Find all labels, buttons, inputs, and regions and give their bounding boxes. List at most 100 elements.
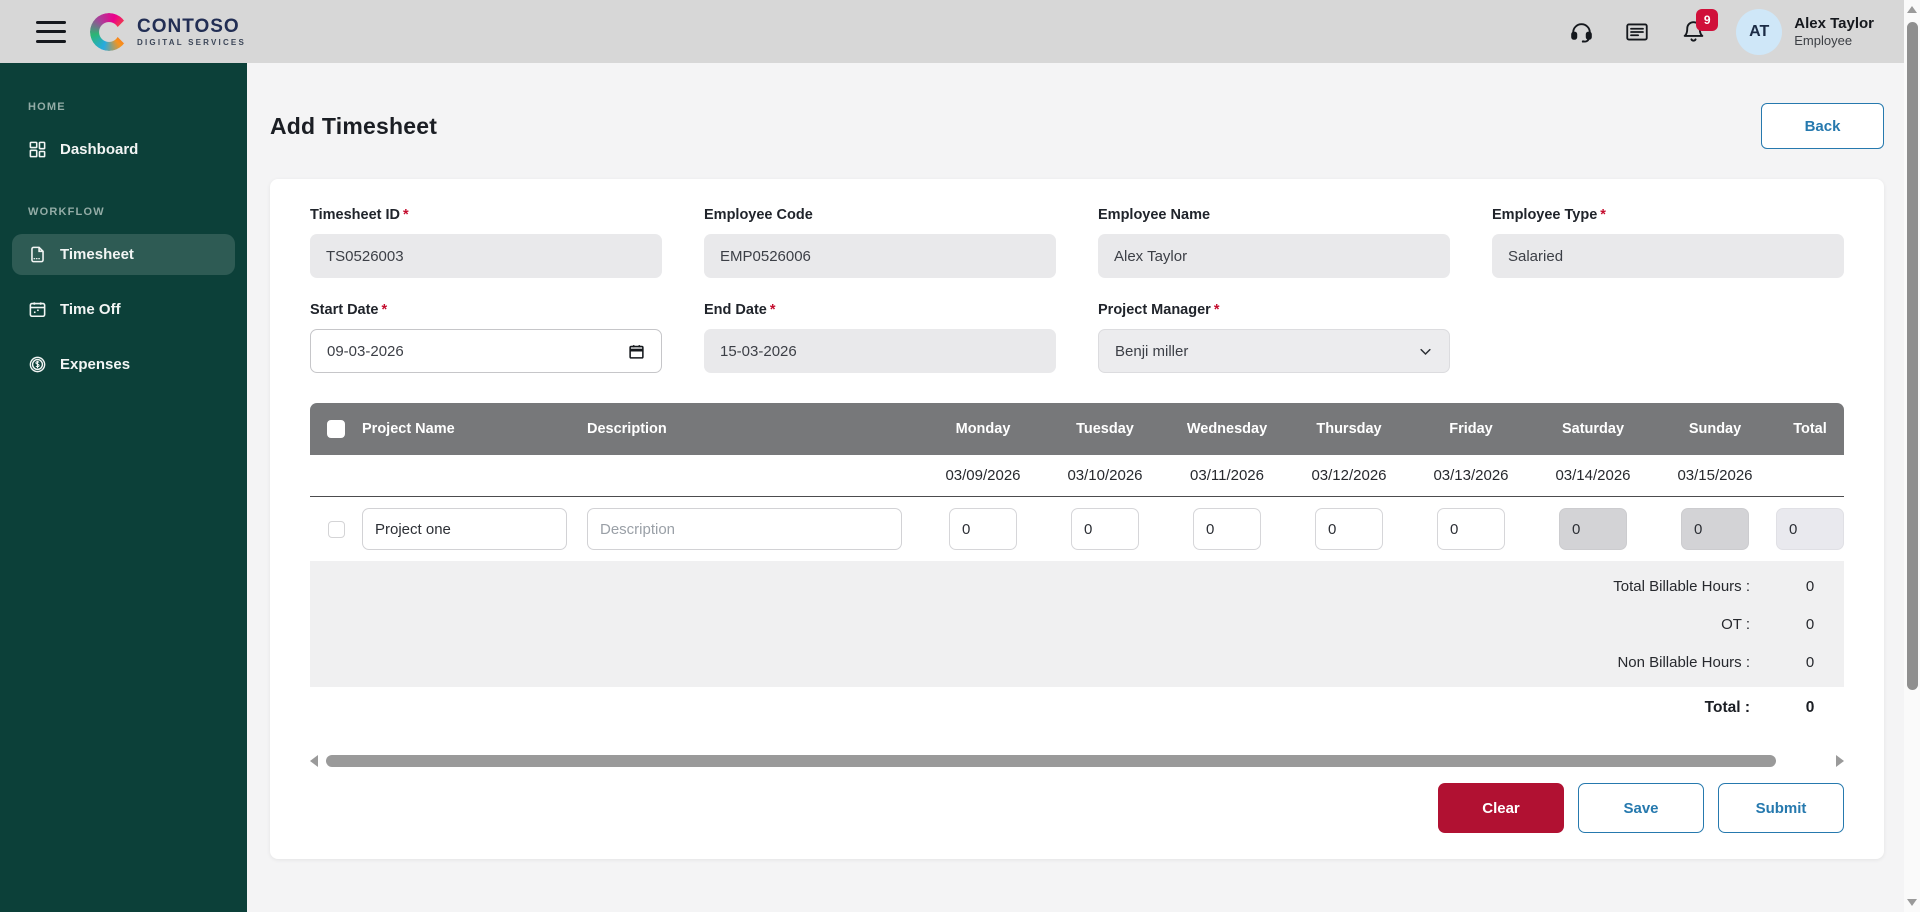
employee-name-label: Employee Name: [1098, 207, 1210, 223]
timesheet-table-header: Project Name Description Monday Tuesday …: [310, 403, 1844, 455]
sidebar-item-expenses[interactable]: Expenses: [12, 344, 235, 385]
nonbillable-hours-label: Non Billable Hours :: [310, 654, 1776, 671]
date-tuesday: 03/10/2026: [1044, 467, 1166, 484]
back-button[interactable]: Back: [1761, 103, 1884, 149]
vertical-scroll-thumb[interactable]: [1907, 22, 1918, 690]
logo-tagline: DIGITAL SERVICES: [137, 39, 246, 47]
col-thursday: Thursday: [1288, 421, 1410, 437]
field-start-date: Start Date* 09-03-2026: [310, 302, 662, 373]
sidebar-item-timesheet[interactable]: Timesheet: [12, 234, 235, 275]
ot-label: OT :: [310, 616, 1776, 633]
end-date-input: [704, 329, 1056, 373]
employee-type-label: Employee Type: [1492, 207, 1597, 223]
billable-hours-value: 0: [1776, 578, 1844, 595]
required-asterisk: *: [1214, 302, 1220, 318]
wednesday-hours-input[interactable]: [1193, 508, 1261, 550]
sidebar-section-home: HOME: [28, 101, 247, 113]
field-employee-name: Employee Name: [1098, 207, 1450, 278]
sidebar-section-workflow: WORKFLOW: [28, 206, 247, 218]
summary-row-billable: Total Billable Hours : 0: [310, 567, 1844, 605]
notification-count-badge: 9: [1696, 9, 1718, 31]
sidebar-item-label: Time Off: [60, 301, 121, 318]
scroll-left-arrow[interactable]: [310, 755, 318, 767]
monday-hours-input[interactable]: [949, 508, 1017, 550]
nonbillable-hours-value: 0: [1776, 654, 1844, 671]
topbar: CONTOSO DIGITAL SERVICES 9 AT Alex Taylo…: [0, 0, 1904, 63]
start-date-input[interactable]: 09-03-2026: [310, 329, 662, 373]
horizontal-scroll-track[interactable]: [322, 755, 1832, 767]
avatar: AT: [1736, 9, 1782, 55]
app-logo: CONTOSO DIGITAL SERVICES: [90, 13, 246, 51]
hamburger-menu-icon[interactable]: [36, 21, 66, 43]
save-button[interactable]: Save: [1578, 783, 1704, 833]
project-name-input[interactable]: [362, 508, 567, 550]
clear-button[interactable]: Clear: [1438, 783, 1564, 833]
field-employee-code: Employee Code: [704, 207, 1056, 278]
field-timesheet-id: Timesheet ID*: [310, 207, 662, 278]
row-checkbox[interactable]: [328, 521, 345, 538]
logo-text: CONTOSO: [137, 17, 246, 36]
scroll-up-arrow[interactable]: [1907, 6, 1917, 13]
tuesday-hours-input[interactable]: [1071, 508, 1139, 550]
dollar-circle-icon: [28, 355, 47, 374]
col-description: Description: [587, 421, 922, 437]
employee-type-input: [1492, 234, 1844, 278]
horizontal-scrollbar: [310, 755, 1844, 767]
scroll-down-arrow[interactable]: [1907, 899, 1917, 906]
description-input[interactable]: [587, 508, 902, 550]
dates-row: 03/09/2026 03/10/2026 03/11/2026 03/12/2…: [310, 455, 1844, 497]
friday-hours-input[interactable]: [1437, 508, 1505, 550]
notifications-bell-icon[interactable]: 9: [1680, 19, 1706, 45]
col-tuesday: Tuesday: [1044, 421, 1166, 437]
thursday-hours-input[interactable]: [1315, 508, 1383, 550]
page-title: Add Timesheet: [270, 113, 437, 140]
vertical-scrollbar[interactable]: [1904, 0, 1920, 912]
end-date-label: End Date: [704, 302, 767, 318]
employee-code-input: [704, 234, 1056, 278]
sunday-hours-input: [1681, 508, 1749, 550]
user-role: Employee: [1794, 33, 1874, 49]
col-project-name: Project Name: [362, 421, 587, 437]
start-date-value: 09-03-2026: [327, 343, 404, 360]
scroll-right-arrow[interactable]: [1836, 755, 1844, 767]
sidebar-item-timeoff[interactable]: Time Off: [12, 289, 235, 330]
field-project-manager: Project Manager* Benji miller: [1098, 302, 1450, 373]
horizontal-scroll-thumb[interactable]: [326, 755, 1776, 767]
field-employee-type: Employee Type*: [1492, 207, 1844, 278]
timesheet-id-label: Timesheet ID: [310, 207, 400, 223]
ot-value: 0: [1776, 616, 1844, 633]
chevron-down-icon: [1418, 344, 1433, 359]
support-headset-icon[interactable]: [1568, 19, 1594, 45]
project-manager-select[interactable]: Benji miller: [1098, 329, 1450, 373]
user-menu[interactable]: AT Alex Taylor Employee: [1736, 9, 1874, 55]
col-sunday: Sunday: [1654, 421, 1776, 437]
grand-total-label: Total :: [310, 699, 1776, 717]
col-total: Total: [1776, 421, 1844, 437]
sidebar: HOME Dashboard WORKFLOW Timesheet Time O…: [0, 63, 247, 912]
employee-name-input: [1098, 234, 1450, 278]
contoso-logo-icon: [90, 13, 128, 51]
submit-button[interactable]: Submit: [1718, 783, 1844, 833]
col-wednesday: Wednesday: [1166, 421, 1288, 437]
news-feed-icon[interactable]: [1624, 19, 1650, 45]
summary-row-nonbillable: Non Billable Hours : 0: [310, 643, 1844, 681]
date-sunday: 03/15/2026: [1654, 467, 1776, 484]
main-content: Add Timesheet Back Timesheet ID* Employe…: [247, 63, 1904, 912]
calendar-picker-icon[interactable]: [628, 343, 645, 360]
billable-hours-label: Total Billable Hours :: [310, 578, 1776, 595]
timesheet-id-input: [310, 234, 662, 278]
summary-row-total: Total : 0: [310, 687, 1844, 729]
select-all-checkbox[interactable]: [327, 420, 345, 438]
grand-total-value: 0: [1776, 699, 1844, 717]
project-manager-value: Benji miller: [1115, 343, 1188, 360]
col-saturday: Saturday: [1532, 421, 1654, 437]
timesheet-entry-row: [310, 497, 1844, 561]
sidebar-item-dashboard[interactable]: Dashboard: [12, 129, 235, 170]
date-wednesday: 03/11/2026: [1166, 467, 1288, 484]
user-name: Alex Taylor: [1794, 15, 1874, 33]
required-asterisk: *: [403, 207, 409, 223]
calendar-icon: [28, 300, 47, 319]
row-total-input: [1776, 508, 1844, 550]
date-thursday: 03/12/2026: [1288, 467, 1410, 484]
summary-row-ot: OT : 0: [310, 605, 1844, 643]
